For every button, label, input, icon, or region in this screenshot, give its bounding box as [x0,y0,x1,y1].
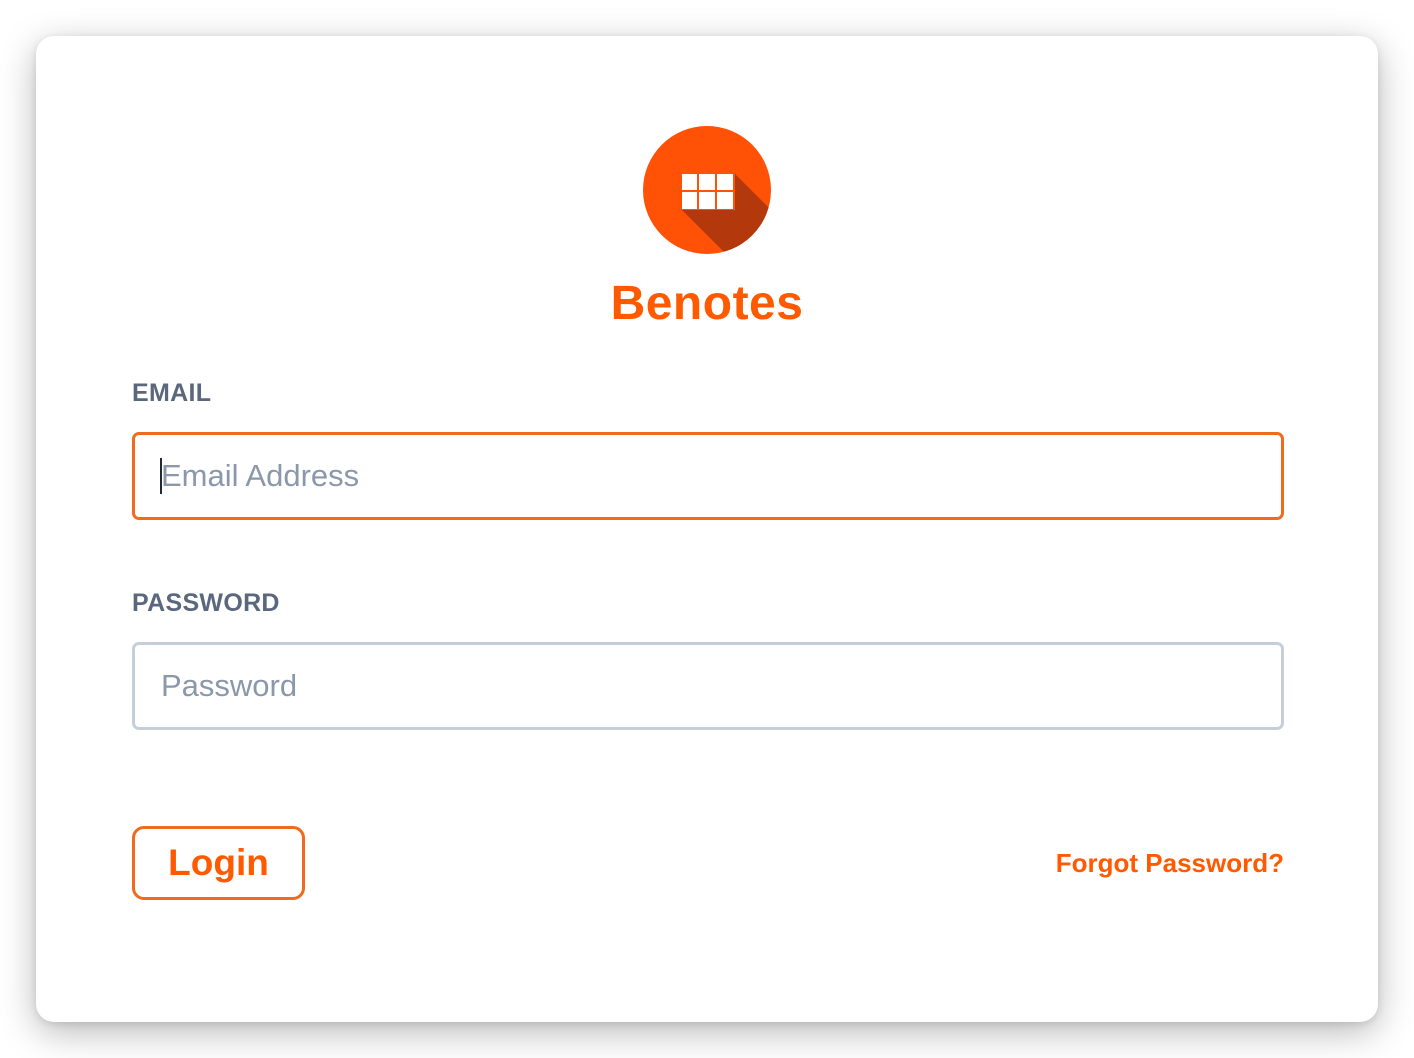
login-button[interactable]: Login [132,826,305,900]
app-logo [643,126,771,254]
login-card: Benotes EMAIL PASSWORD Login Forgot Pass… [36,36,1378,1022]
forgot-password-link[interactable]: Forgot Password? [1056,848,1284,879]
email-label: EMAIL [132,379,212,407]
email-field[interactable] [132,432,1284,520]
page: Benotes EMAIL PASSWORD Login Forgot Pass… [0,0,1414,1058]
text-cursor [160,458,162,494]
app-name: Benotes [610,277,804,330]
password-field[interactable] [132,642,1284,730]
grid-icon [643,126,771,254]
password-label: PASSWORD [132,589,280,617]
